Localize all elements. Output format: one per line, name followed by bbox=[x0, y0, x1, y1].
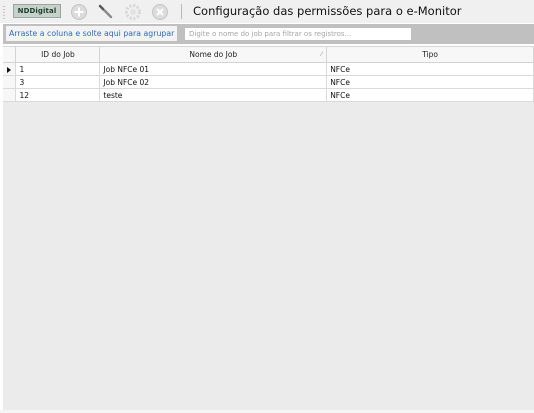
row-indicator bbox=[3, 88, 17, 102]
cell-id[interactable]: 1 bbox=[15, 62, 101, 76]
column-header-label: Nome do Job bbox=[189, 50, 238, 59]
cell-name[interactable]: Job NFCe 01 bbox=[99, 62, 328, 76]
column-header-label: ID do Job bbox=[41, 50, 75, 59]
column-header-name[interactable]: Nome do Job ⁄ bbox=[99, 47, 328, 63]
current-row-arrow-icon bbox=[7, 66, 12, 73]
cell-type[interactable]: NFCe bbox=[326, 75, 534, 89]
group-drop-label: Arraste a coluna e solte aqui para agrup… bbox=[6, 26, 178, 41]
sort-icon: ⁄ bbox=[321, 51, 323, 58]
column-header-label: Tipo bbox=[422, 50, 438, 59]
page-title: Configuração das permissões para o e-Mon… bbox=[193, 4, 462, 18]
row-indicator bbox=[3, 75, 17, 89]
jobs-grid: ID do Job Nome do Job ⁄ Tipo 1 Job NFCe 0… bbox=[3, 46, 534, 412]
row-indicator-header bbox=[3, 47, 17, 63]
toolbar: NDDigital Configuração das permissões pa… bbox=[0, 0, 534, 23]
job-filter-input[interactable] bbox=[184, 27, 412, 41]
table-row[interactable]: 12 teste NFCe bbox=[3, 88, 534, 102]
toolbar-grip[interactable] bbox=[3, 5, 5, 19]
cell-id[interactable]: 3 bbox=[15, 75, 101, 89]
cell-name[interactable]: Job NFCe 02 bbox=[99, 75, 328, 89]
cell-type[interactable]: NFCe bbox=[326, 62, 534, 76]
close-icon[interactable] bbox=[151, 3, 169, 21]
column-header-type[interactable]: Tipo bbox=[326, 47, 534, 63]
settings-icon[interactable] bbox=[124, 3, 142, 21]
nddigital-logo: NDDigital bbox=[13, 4, 61, 18]
group-panel[interactable]: Arraste a coluna e solte aqui para agrup… bbox=[3, 24, 534, 44]
table-row[interactable]: 1 Job NFCe 01 NFCe bbox=[3, 62, 534, 76]
add-icon[interactable] bbox=[70, 3, 88, 21]
header-row: ID do Job Nome do Job ⁄ Tipo bbox=[3, 47, 534, 63]
jobs-table: ID do Job Nome do Job ⁄ Tipo 1 Job NFCe 0… bbox=[3, 47, 534, 102]
column-header-id[interactable]: ID do Job bbox=[15, 47, 101, 63]
edit-icon[interactable] bbox=[97, 3, 115, 21]
table-row[interactable]: 3 Job NFCe 02 NFCe bbox=[3, 75, 534, 89]
cell-id[interactable]: 12 bbox=[15, 88, 101, 102]
toolbar-separator bbox=[181, 4, 182, 19]
cell-name[interactable]: teste bbox=[99, 88, 328, 102]
cell-type[interactable]: NFCe bbox=[326, 88, 534, 102]
row-indicator bbox=[3, 62, 17, 76]
